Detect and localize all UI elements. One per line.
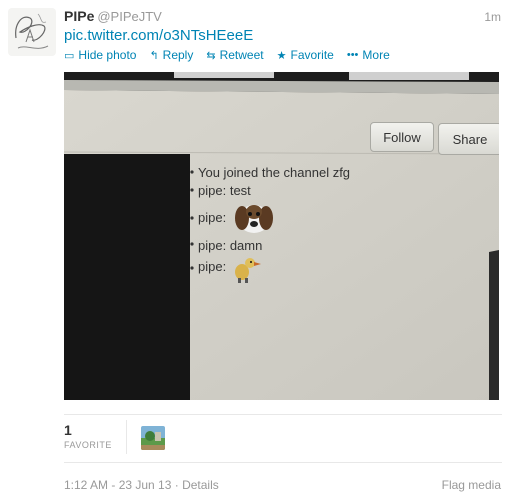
- chat-line: You joined the channel zfg: [198, 165, 350, 180]
- hide-photo-label: Hide photo: [78, 48, 137, 62]
- signature-avatar-image: [15, 13, 49, 49]
- photo-follow-label: Follow: [383, 129, 421, 145]
- more-button[interactable]: ••• More: [347, 48, 390, 62]
- more-icon: •••: [346, 49, 359, 61]
- dog-emoticon: [235, 205, 273, 233]
- reply-button[interactable]: ↰ Reply: [149, 48, 193, 62]
- photo-follow-button: Follow: [370, 122, 434, 152]
- chat-name: pipe:: [198, 238, 227, 253]
- stats-separator: [126, 420, 127, 454]
- chat-text: You joined the channel zfg: [198, 165, 351, 180]
- avatar[interactable]: [8, 8, 56, 56]
- more-label: More: [362, 48, 390, 62]
- hide-photo-button[interactable]: ▭ Hide photo: [64, 48, 136, 62]
- tweet-author[interactable]: PIPe @PIPeJTV: [64, 8, 162, 24]
- landscape-avatar-image: [141, 426, 165, 450]
- favoriter-avatar[interactable]: [141, 426, 165, 450]
- tweet-photo[interactable]: Follow Share You joined the channel zfg …: [64, 72, 499, 400]
- favorite-label: Favorite: [290, 48, 334, 62]
- tweet-actions: ▭ Hide photo ↰ Reply ⇆ Retweet ★ Favorite ••…: [64, 48, 403, 62]
- chat-line: pipe:: [198, 210, 226, 225]
- chat-name: pipe:: [198, 259, 227, 274]
- chat-name: pipe:: [198, 210, 227, 225]
- photo-share-label: Share: [452, 131, 488, 147]
- tweet-timestamp[interactable]: 1:12 AM - 23 Jun 13 · Details: [64, 478, 219, 492]
- flag-media-link[interactable]: Flag media: [442, 478, 501, 492]
- tweet-time[interactable]: 1m: [484, 10, 501, 24]
- chat-text: test: [229, 183, 251, 198]
- photo-share-button: Share: [438, 123, 499, 155]
- reply-icon: ↰: [149, 49, 159, 62]
- reply-label: Reply: [162, 48, 194, 62]
- favorite-count-label: FAVORITE: [64, 440, 112, 450]
- retweet-button[interactable]: ⇆ Retweet: [206, 48, 263, 62]
- retweet-icon: ⇆: [206, 49, 216, 62]
- star-icon: ★: [276, 49, 287, 62]
- favorite-count[interactable]: 1: [64, 422, 72, 438]
- monitor-photo: [64, 72, 499, 400]
- tweet-media-link[interactable]: pic.twitter.com/o3NTsHEeeE: [64, 27, 253, 44]
- chat-name: pipe:: [198, 183, 227, 198]
- display-name[interactable]: PIPe: [64, 8, 94, 24]
- retweet-label: Retweet: [219, 48, 264, 62]
- favorite-button[interactable]: ★ Favorite: [277, 48, 334, 62]
- photo-icon: ▭: [64, 49, 75, 62]
- stats-divider-top: [64, 414, 502, 415]
- chat-line: pipe: damn: [198, 238, 262, 253]
- chat-line: pipe:: [198, 259, 226, 274]
- meta-divider: [64, 462, 502, 463]
- chat-text: damn: [229, 238, 263, 253]
- chat-line: pipe: test: [198, 183, 251, 198]
- user-handle[interactable]: @PIPeJTV: [97, 9, 162, 24]
